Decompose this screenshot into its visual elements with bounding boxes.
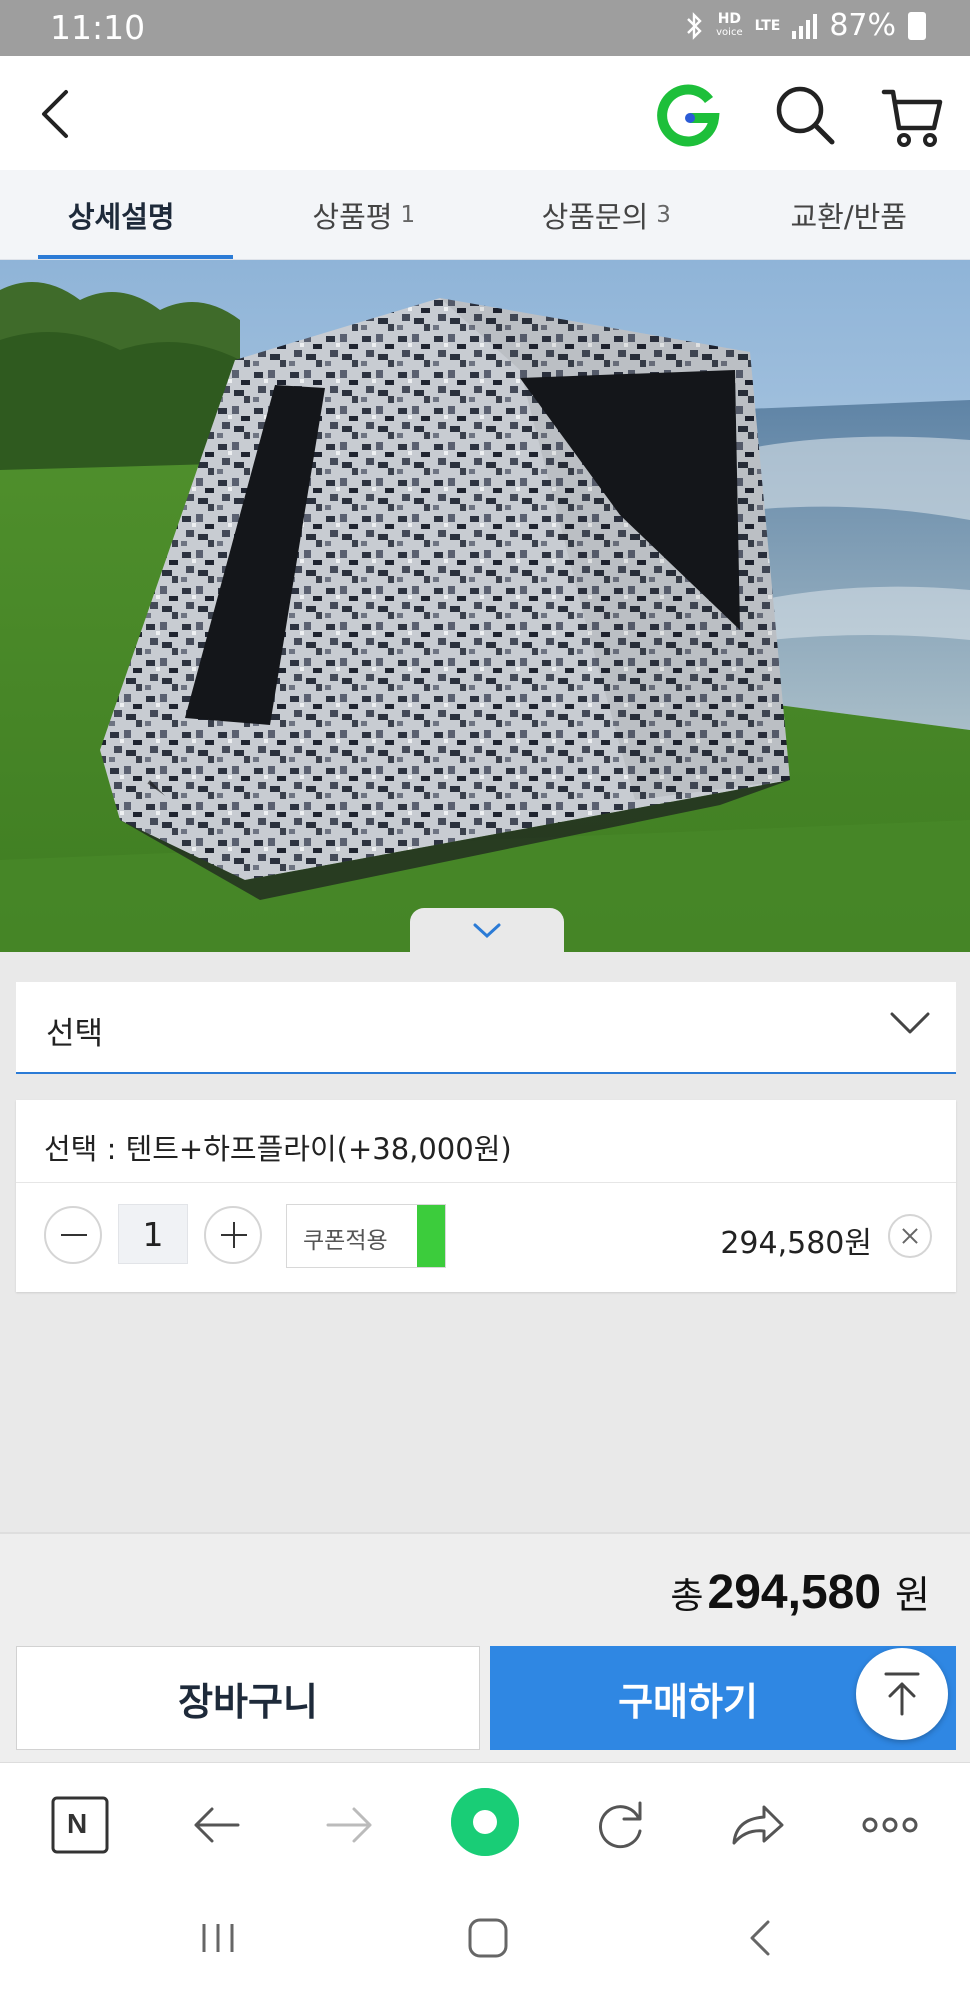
scroll-to-top-button[interactable] [856, 1648, 948, 1740]
chevron-down-icon [473, 923, 501, 939]
total-amount: 294,580 [707, 1566, 882, 1619]
image-expand-button[interactable] [410, 908, 564, 954]
remove-option-button[interactable] [888, 1214, 932, 1258]
apply-coupon-button[interactable]: 쿠폰적용 [286, 1204, 446, 1268]
home-icon[interactable] [466, 1916, 510, 1960]
browser-forward-icon[interactable] [320, 1795, 380, 1855]
product-tabs: 상세설명 상품평 1 상품문의 3 교환/반품 [0, 170, 970, 260]
selected-option-card: 선택 : 텐트+하프플라이(+38,000원) 1 쿠폰적용 294,580원 [16, 1100, 956, 1292]
tab-reviews[interactable]: 상품평 1 [243, 170, 486, 259]
selected-option-title: 선택 : 텐트+하프플라이(+38,000원) [44, 1132, 512, 1166]
lte-indicator: LTE [754, 17, 781, 34]
search-icon[interactable] [772, 82, 838, 148]
total-price: 총 294,580 원 [670, 1566, 930, 1619]
arrow-up-icon [884, 1672, 920, 1716]
quantity-increase-button[interactable] [204, 1206, 262, 1264]
naver-green-dot-icon[interactable] [448, 1785, 522, 1859]
option-select[interactable]: 선택 [16, 982, 956, 1074]
question-count: 3 [656, 201, 671, 228]
signal-icon [792, 13, 818, 39]
browser-toolbar: N [0, 1762, 970, 1884]
hd-voice-indicator: HD voice [716, 10, 743, 38]
status-icons: HD voice LTE 87% [684, 8, 926, 43]
status-time: 11:10 [50, 8, 146, 47]
system-back-icon[interactable] [740, 1916, 784, 1960]
battery-icon [908, 11, 926, 40]
option-price: 294,580원 [720, 1226, 872, 1261]
system-nav-bar [0, 1884, 970, 1994]
battery-percent: 87% [829, 8, 896, 43]
tab-description[interactable]: 상세설명 [0, 170, 243, 259]
more-icon[interactable] [860, 1795, 920, 1855]
quantity-field[interactable]: 1 [118, 1204, 188, 1264]
bluetooth-icon [687, 11, 702, 40]
recent-apps-icon[interactable] [196, 1916, 240, 1960]
gmarket-logo-icon[interactable] [656, 82, 722, 148]
share-icon[interactable] [726, 1795, 786, 1855]
app-header [0, 56, 970, 170]
quantity-decrease-button[interactable] [44, 1206, 102, 1264]
coupon-tag-icon [417, 1205, 445, 1267]
chevron-left-icon[interactable] [28, 84, 88, 144]
tab-questions[interactable]: 상품문의 3 [485, 170, 728, 259]
reload-icon[interactable] [590, 1795, 650, 1855]
status-bar: 11:10 HD voice LTE 87% [0, 0, 970, 56]
tab-exchange-return[interactable]: 교환/반품 [728, 170, 970, 259]
browser-back-icon[interactable] [186, 1795, 246, 1855]
product-image[interactable] [0, 260, 970, 952]
coupon-label: 쿠폰적용 [303, 1228, 388, 1254]
cart-icon[interactable] [880, 84, 946, 150]
review-count: 1 [400, 201, 416, 228]
add-to-cart-button[interactable]: 장바구니 [16, 1646, 480, 1750]
chevron-down-icon [890, 1012, 930, 1034]
option-select-label: 선택 [46, 1016, 104, 1052]
divider [16, 1182, 956, 1183]
tabs-button[interactable]: N [50, 1795, 110, 1855]
